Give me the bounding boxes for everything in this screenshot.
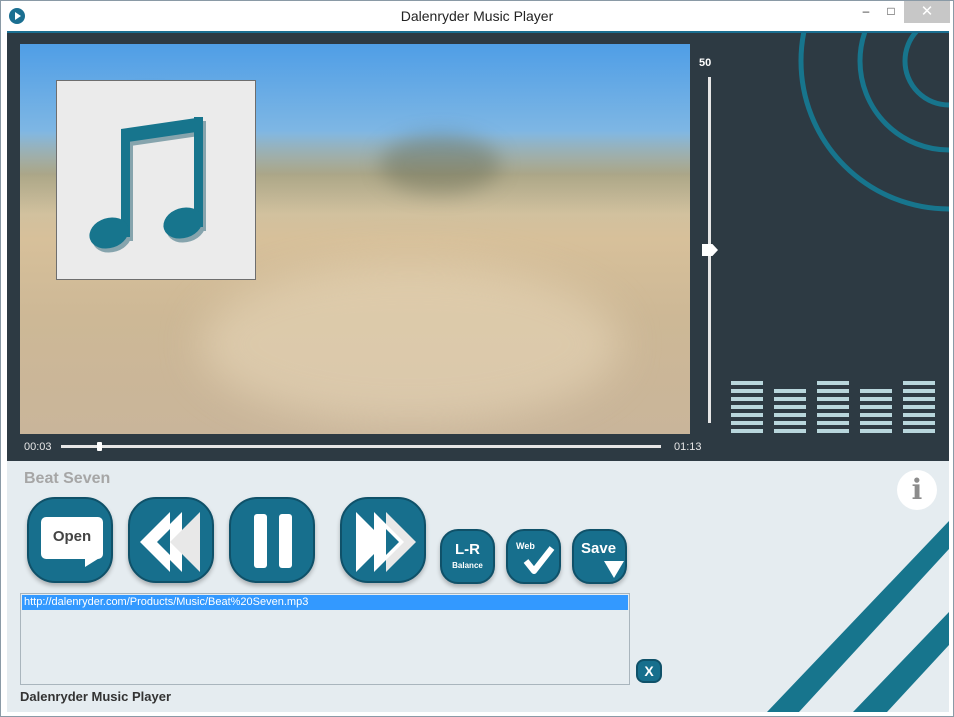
checkmark-icon [523,546,555,574]
equalizer-bar [731,413,763,417]
equalizer-bar [774,421,806,425]
equalizer-bar [731,421,763,425]
equalizer-bar [731,381,763,385]
music-note-icon [89,117,206,253]
equalizer-bar [731,389,763,393]
video-area[interactable] [20,44,690,434]
equalizer-bar [731,429,763,433]
background-blur-center [380,134,500,194]
pause-icon [254,514,292,568]
equalizer-column [903,363,935,433]
close-button[interactable]: ✕ [904,1,950,23]
volume-value: 50 [699,57,712,69]
equalizer-bar [817,405,849,409]
open-button[interactable]: Open [27,497,113,583]
web-button[interactable]: Web [506,529,561,584]
equalizer-bar [860,405,892,409]
equalizer-column [860,363,892,433]
equalizer-bar [774,389,806,393]
equalizer-bar [903,413,935,417]
equalizer-bar [774,429,806,433]
equalizer-bar [774,405,806,409]
seek-slider[interactable] [61,442,661,451]
clear-playlist-button[interactable]: X [636,659,662,683]
fast-forward-icon [356,512,416,572]
equalizer-bar [903,389,935,393]
lr-balance-label: L-R [455,541,480,558]
current-time: 00:03 [24,441,52,453]
equalizer-column [817,363,849,433]
decorative-rings [798,33,949,212]
album-art [56,80,256,280]
seek-thumb[interactable] [97,442,102,451]
playlist[interactable]: http://dalenryder.com/Products/Music/Bea… [20,593,630,685]
player-panel: 00:03 01:13 50 [7,33,949,461]
pause-button[interactable] [229,497,315,583]
decorative-stripes [767,521,949,712]
equalizer-bar [817,397,849,401]
open-label: Open [52,528,92,545]
equalizer-bar [731,397,763,401]
save-button[interactable]: Save [572,529,627,584]
equalizer-bar [817,429,849,433]
equalizer-bar [903,429,935,433]
fast-forward-button[interactable] [340,497,426,583]
app-window: Dalenryder Music Player – □ ✕ 00:03 01:1… [0,0,954,717]
equalizer-bar [817,381,849,385]
lr-balance-sublabel: Balance [452,561,483,570]
lr-balance-button[interactable]: L-R Balance [440,529,495,584]
title-bar[interactable]: Dalenryder Music Player – □ ✕ [1,1,953,32]
equalizer-bar [860,413,892,417]
equalizer-bar [860,389,892,393]
background-blur-field [200,264,620,424]
equalizer-bar [774,397,806,401]
equalizer-bar [860,429,892,433]
footer-label: Dalenryder Music Player [20,689,172,704]
volume-slider[interactable] [702,77,718,423]
equalizer-bar [860,397,892,401]
track-title: Beat Seven [24,470,111,487]
volume-thumb[interactable] [702,244,718,256]
minimize-button[interactable]: – [852,1,880,23]
equalizer-bar [817,389,849,393]
equalizer-column [774,363,806,433]
equalizer-bar [903,381,935,385]
window-title: Dalenryder Music Player [400,8,554,24]
equalizer-bar [774,413,806,417]
equalizer-bar [817,421,849,425]
equalizer-column [731,363,763,433]
rewind-icon [140,512,200,572]
equalizer-bar [731,405,763,409]
maximize-button[interactable]: □ [877,1,905,23]
equalizer-bar [817,413,849,417]
equalizer-bar [903,405,935,409]
equalizer-bar [903,397,935,401]
save-arrow-icon [604,561,624,578]
total-time: 01:13 [674,441,702,453]
equalizer-bar [903,421,935,425]
control-area: Beat Seven i Open L-R Balance Web Save h… [7,461,949,712]
playlist-item[interactable]: http://dalenryder.com/Products/Music/Bea… [22,595,628,610]
equalizer-bar [860,421,892,425]
info-button[interactable]: i [897,470,937,510]
equalizer [731,363,941,433]
rewind-button[interactable] [128,497,214,583]
